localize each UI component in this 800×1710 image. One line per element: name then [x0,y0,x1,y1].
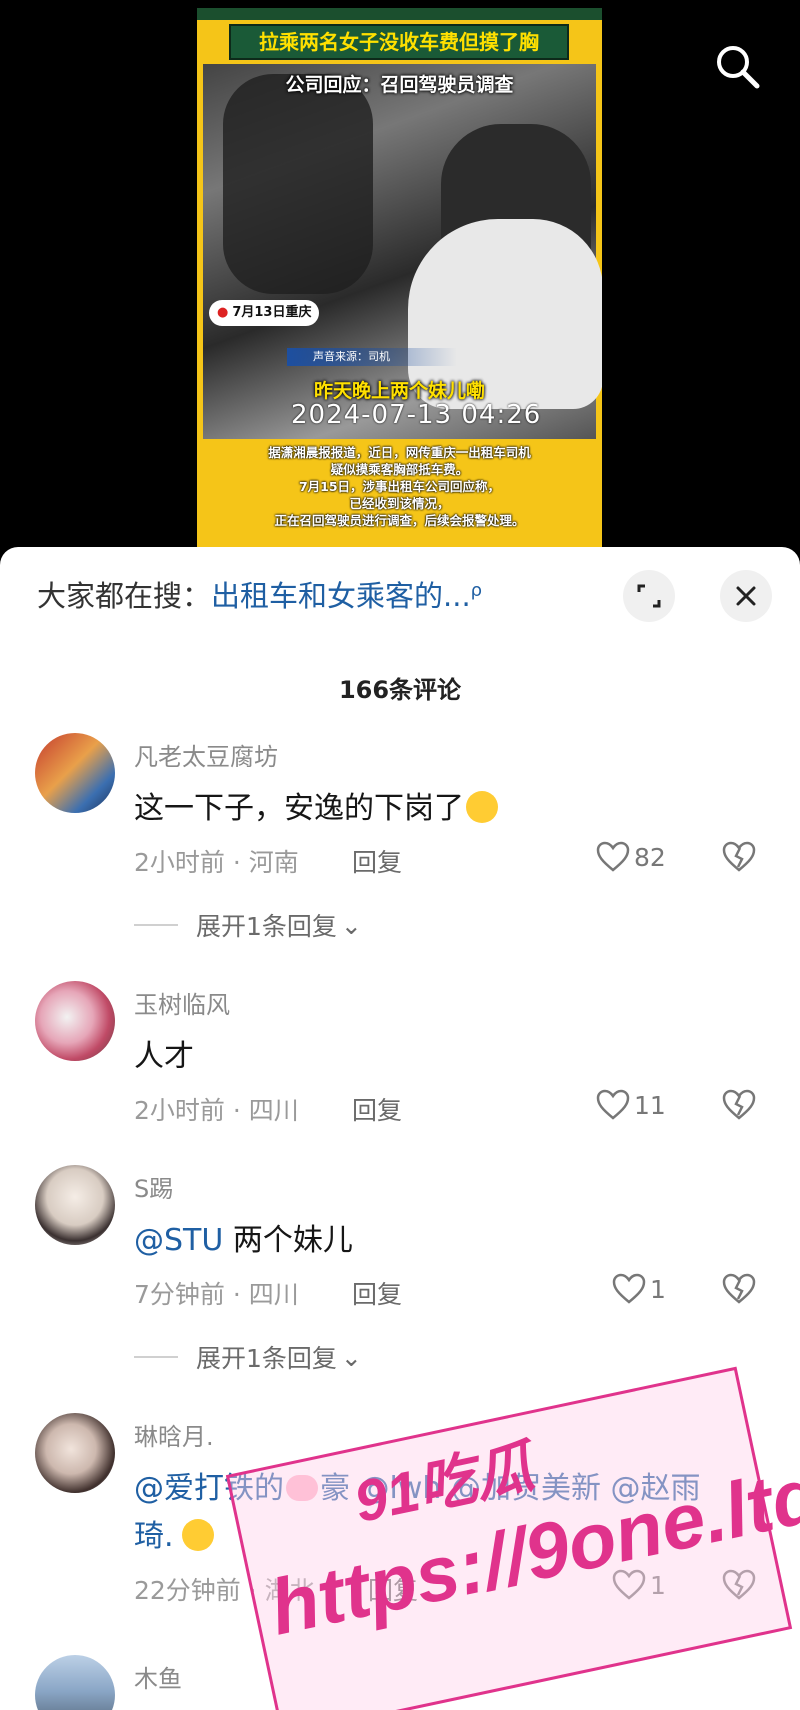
like-button[interactable]: 11 [596,1089,666,1121]
comment-sheet: 大家都在搜：出租车和女乘客的...ρ 166条评论 凡老太豆腐坊 这一下子，安逸… [0,547,800,1710]
grinning-sweat-emoji-icon [181,1519,214,1551]
trending-search[interactable]: 大家都在搜：出租车和女乘客的...ρ [37,573,482,615]
like-button[interactable]: 1 [612,1273,666,1305]
video-player[interactable]: 拉乘两名女子没收车费但摸了胸 公司回应：召回驾驶员调查 ● 7月13日重庆 声音来… [0,0,800,560]
dislike-button[interactable] [722,1569,756,1605]
close-icon [736,586,756,606]
dislike-button[interactable] [722,1273,756,1309]
reply-button[interactable]: 回复 [368,1571,418,1607]
comment-username[interactable]: 琳晗月. [134,1417,214,1452]
expand-button[interactable] [623,570,675,622]
comment-username[interactable]: 木鱼 [134,1659,182,1694]
comment-meta: 2小时前 · 四川 [134,1096,299,1125]
dislike-button[interactable] [722,1089,756,1125]
comment-text: @爱打铁的豪 @lwh @加贺美新 @赵雨 琦. [134,1465,754,1561]
location-tag: ● 7月13日重庆 [209,300,320,326]
search-icon[interactable] [713,42,761,90]
expand-icon [637,584,661,608]
heart-icon [612,1569,646,1600]
comment-count: 166条评论 [338,676,462,704]
video-subtitle: 昨天晚上两个妹儿嘞 [313,380,485,402]
like-count: 82 [634,842,666,872]
laughing-emoji-icon [466,791,498,823]
chevron-down-icon: ⌄ [340,910,362,940]
broken-heart-icon [722,1569,756,1600]
expand-replies-button[interactable]: 展开1条回复 ⌄ [134,907,362,943]
mention-link[interactable]: @STU [134,1223,223,1258]
like-button[interactable]: 82 [596,841,666,873]
reply-button[interactable]: 回复 [352,843,402,879]
comment-username[interactable]: 凡老太豆腐坊 [134,737,278,772]
source-tag: 声音来源：司机 [287,348,457,366]
comment-meta: 2小时前 · 河南 [134,848,299,877]
pig-emoji-icon [286,1475,318,1501]
heart-icon [612,1273,646,1304]
video-headline: 拉乘两名女子没收车费但摸了胸 [229,24,569,60]
reply-button[interactable]: 回复 [352,1091,402,1127]
avatar[interactable] [35,1655,115,1710]
comment-text: 这一下子，安逸的下岗了 [134,785,754,833]
cctv-timestamp: 2024-07-13 04:26 [291,400,542,430]
headline-strip [197,8,602,20]
comment-text: @STU 两个妹儿 [134,1223,353,1258]
company-response: 公司回应：召回驾驶员调查 [285,74,514,96]
mention-link[interactable]: @lwh [350,1471,442,1506]
like-count: 11 [634,1090,666,1120]
like-button[interactable]: 1 [612,1569,666,1601]
broken-heart-icon [722,841,756,872]
heart-icon [596,1089,630,1120]
comment-text: 人才 [134,1039,194,1074]
like-count: 1 [650,1274,666,1304]
broken-heart-icon [722,1089,756,1120]
video-frame: 拉乘两名女子没收车费但摸了胸 公司回应：召回驾驶员调查 ● 7月13日重庆 声音来… [197,8,602,553]
location-pin-icon: ● [217,305,229,320]
small-search-icon: ρ [470,580,483,601]
close-button[interactable] [720,570,772,622]
mention-link[interactable]: @爱打铁的豪 [134,1471,350,1506]
expand-replies-button[interactable]: 展开1条回复 ⌄ [134,1339,362,1375]
heart-icon [596,841,630,872]
trending-label: 大家都在搜： [37,579,212,613]
avatar[interactable] [35,733,115,813]
dislike-button[interactable] [722,841,756,877]
comment-meta: 22分钟前 · 湖北 [134,1576,315,1605]
video-caption: 据潇湘晨报报道，近日，网传重庆一出租车司机 疑似摸乘客胸部抵车费。 7月15日，… [268,445,531,528]
mention-link[interactable]: @加贺美新 [441,1471,601,1506]
broken-heart-icon [722,1273,756,1304]
trending-query[interactable]: 出租车和女乘客的... [211,579,471,613]
like-count: 1 [650,1570,666,1600]
avatar[interactable] [35,1413,115,1493]
comment-username[interactable]: 玉树临风 [134,985,230,1020]
comment-meta: 7分钟前 · 四川 [134,1280,299,1309]
reply-button[interactable]: 回复 [352,1275,402,1311]
comment-username[interactable]: S踢 [134,1169,173,1204]
avatar[interactable] [35,981,115,1061]
avatar[interactable] [35,1165,115,1245]
chevron-down-icon: ⌄ [340,1342,362,1372]
